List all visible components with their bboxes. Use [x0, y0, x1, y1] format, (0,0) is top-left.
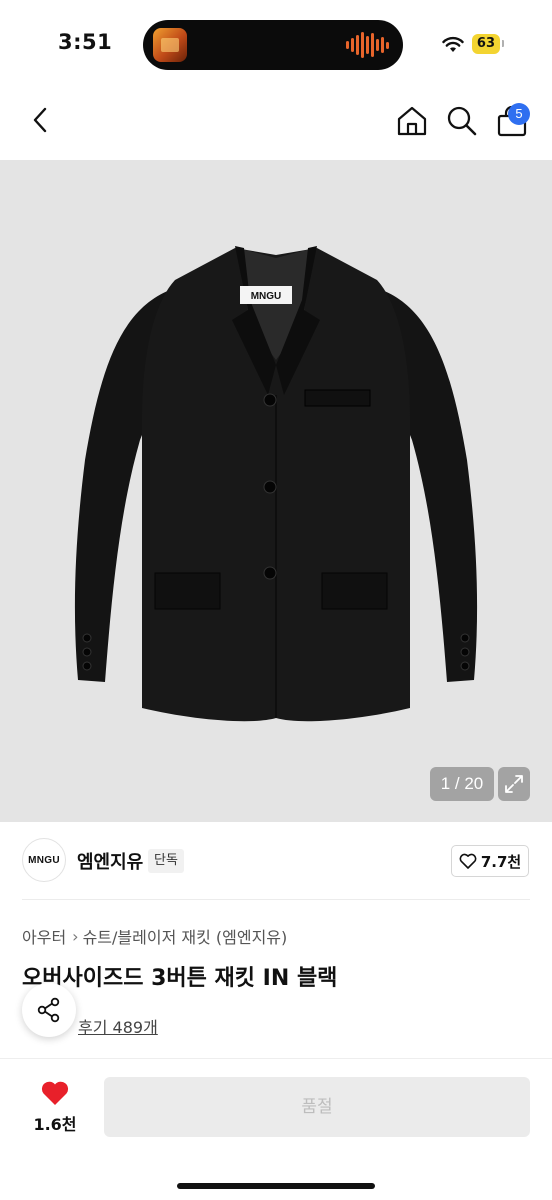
exclusive-badge: 단독 — [148, 849, 184, 873]
brand-like-count: 7.7천 — [480, 852, 522, 871]
heart-filled-icon[interactable] — [40, 1079, 70, 1107]
breadcrumb: 아우터 › 슈트/블레이저 재킷 (엠엔지유) — [22, 924, 287, 948]
review-link[interactable]: 후기 489개 — [78, 1014, 158, 1038]
cuff-button — [82, 647, 92, 657]
jacket-button — [263, 480, 277, 494]
status-bar: 3:51 63 — [0, 0, 552, 90]
cuff-button — [82, 633, 92, 643]
brand-like-button[interactable]: 7.7천 — [451, 845, 529, 877]
chevron-right-icon: › — [72, 926, 79, 946]
breadcrumb-category[interactable]: 아우터 — [22, 924, 66, 948]
expand-icon[interactable] — [498, 767, 530, 801]
image-counter: 1 / 20 — [430, 767, 494, 801]
now-playing-artwork — [153, 28, 187, 62]
wifi-icon — [442, 36, 464, 52]
chest-pocket — [304, 389, 371, 407]
share-button[interactable] — [22, 983, 76, 1037]
battery-indicator: 63 — [471, 34, 505, 54]
cart-count-badge: 5 — [508, 103, 530, 125]
product-like-count: 1.6천 — [33, 1115, 77, 1134]
product-title: 오버사이즈드 3버튼 재킷 IN 블랙 — [22, 966, 338, 991]
left-flap-pocket — [154, 572, 221, 610]
bottom-bar: 1.6천 품절 — [0, 1058, 552, 1200]
back-arrow-icon[interactable] — [26, 105, 56, 135]
search-icon[interactable] — [446, 105, 478, 137]
product-image[interactable]: MNGU — [0, 160, 552, 822]
jacket-illustration: MNGU — [74, 246, 478, 722]
status-icons: 63 — [442, 34, 505, 54]
cuff-button — [460, 633, 470, 643]
brand-logo[interactable]: MNGU — [22, 838, 66, 882]
audio-waveform-icon — [346, 32, 389, 58]
top-nav — [0, 95, 552, 150]
home-icon[interactable] — [396, 105, 428, 137]
breadcrumb-subcategory[interactable]: 슈트/블레이저 재킷 (엠엔지유) — [83, 924, 288, 948]
sold-out-button[interactable]: 품절 — [104, 1077, 530, 1137]
brand-row: MNGU 엠엔지유 단독 7.7천 — [0, 835, 552, 889]
jacket-button — [263, 393, 277, 407]
status-time: 3:51 — [58, 30, 113, 54]
right-flap-pocket — [321, 572, 388, 610]
cuff-button — [460, 661, 470, 671]
cuff-button — [460, 647, 470, 657]
brand-name[interactable]: 엠엔지유 — [77, 848, 143, 874]
share-icon — [37, 997, 60, 1023]
dynamic-island[interactable] — [143, 20, 403, 70]
divider — [22, 899, 530, 900]
neck-label-text: MNGU — [251, 291, 282, 302]
jacket-button — [263, 566, 277, 580]
home-indicator[interactable] — [177, 1183, 375, 1189]
heart-outline-icon — [459, 853, 477, 869]
cuff-button — [82, 661, 92, 671]
